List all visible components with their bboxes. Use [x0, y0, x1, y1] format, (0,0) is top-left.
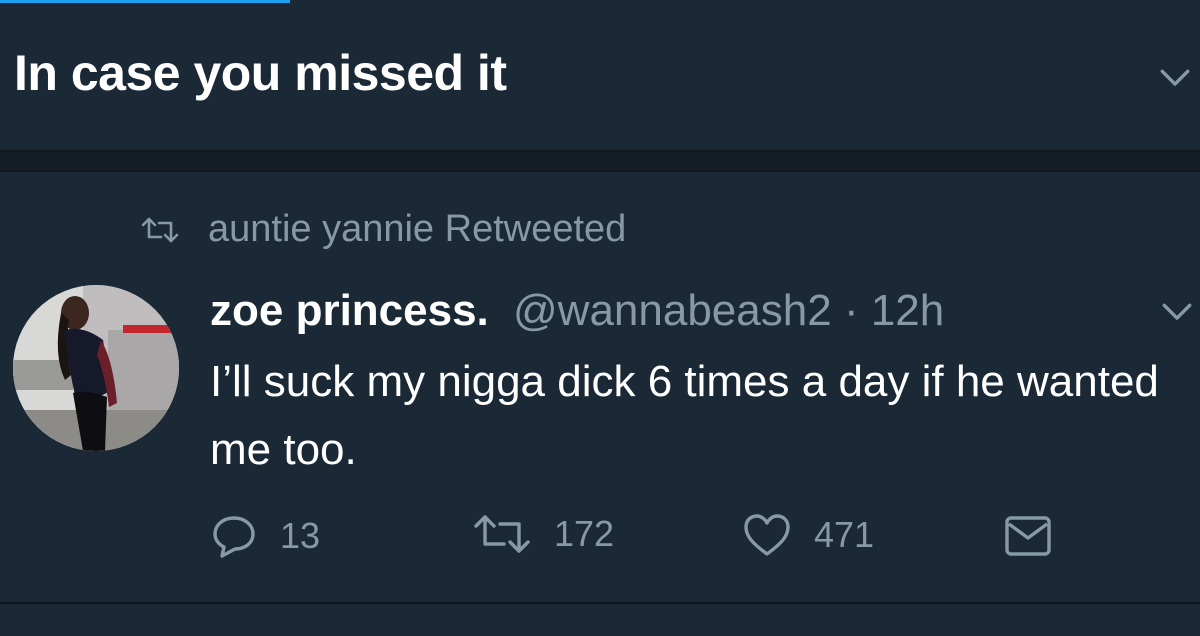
retweet-context: auntie yannie Retweeted — [140, 208, 626, 251]
chevron-down-icon[interactable] — [1160, 294, 1194, 328]
reply-count: 13 — [280, 515, 321, 556]
tweet-card[interactable]: auntie yannie Retweeted zoe princess. @w… — [0, 172, 1200, 602]
like-count: 471 — [814, 514, 875, 555]
avatar[interactable] — [13, 285, 179, 451]
like-button[interactable]: 471 — [742, 512, 874, 558]
author-display-name[interactable]: zoe princess. — [210, 286, 489, 335]
message-icon — [1005, 516, 1051, 556]
author-handle[interactable]: @wannabeash2 — [513, 286, 832, 335]
app-screen: In case you missed it auntie yannie Retw… — [0, 0, 1200, 636]
like-icon — [744, 514, 790, 556]
retweeted-by-label: auntie yannie Retweeted — [208, 208, 627, 250]
retweet-icon — [141, 217, 179, 242]
tweet-timestamp[interactable]: · 12h — [844, 286, 944, 335]
retweet-button[interactable]: 172 — [472, 512, 614, 556]
direct-message-button[interactable] — [1003, 512, 1053, 560]
reply-button[interactable]: 13 — [210, 512, 320, 560]
tweet-body: I’ll suck my nigga dick 6 times a day if… — [210, 357, 1159, 474]
section-header: In case you missed it — [0, 0, 1200, 150]
tweet-divider — [0, 602, 1200, 604]
reply-icon — [213, 516, 255, 558]
retweet-icon — [474, 515, 530, 553]
retweet-count: 172 — [554, 513, 615, 554]
tweet-actions: 13 172 471 — [0, 512, 1200, 572]
chevron-down-icon[interactable] — [1158, 60, 1192, 94]
section-divider — [0, 150, 1200, 172]
avatar-photo — [13, 285, 179, 451]
section-title: In case you missed it — [14, 45, 507, 101]
tweet-author-row: zoe princess. @wannabeash2 · 12h — [210, 284, 944, 338]
